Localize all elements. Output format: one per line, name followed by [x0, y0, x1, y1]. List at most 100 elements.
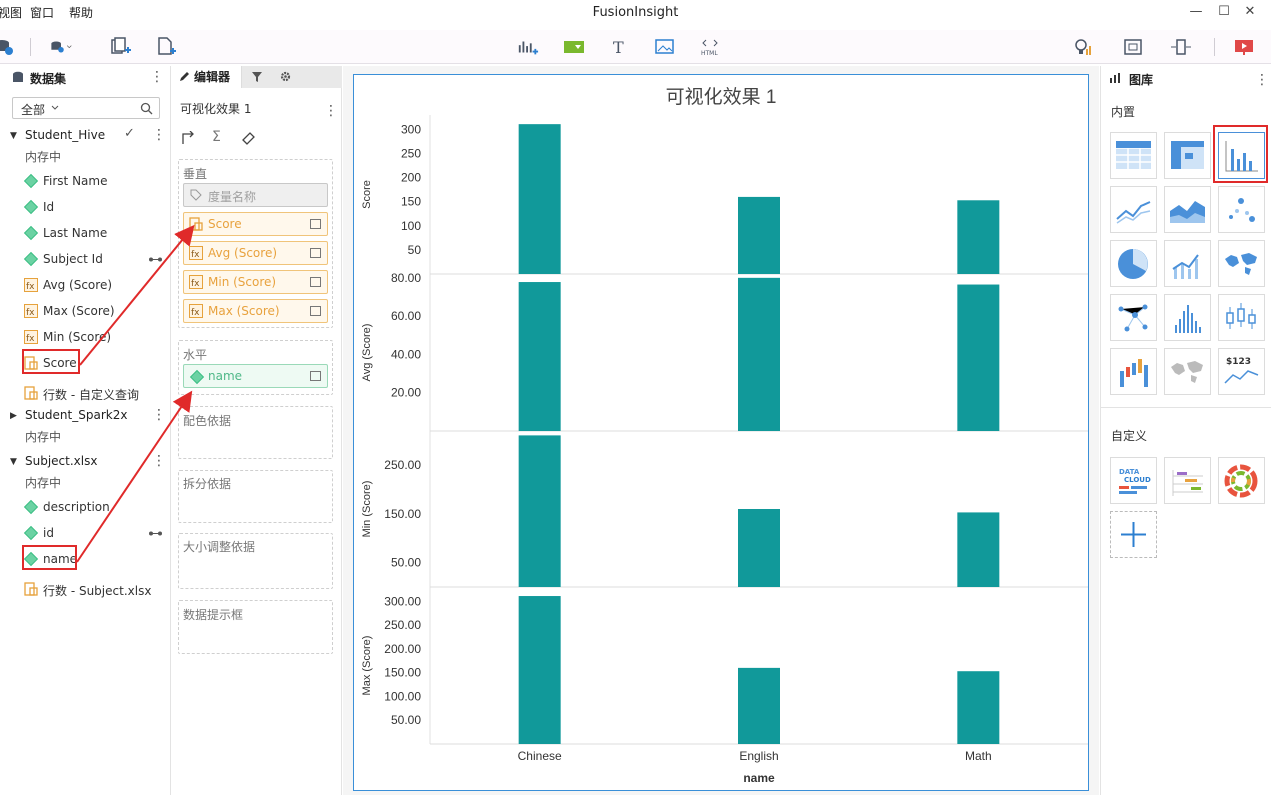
dataset-name[interactable]: Subject.xlsx: [25, 454, 97, 468]
caret-right-icon[interactable]: ▶: [10, 411, 17, 421]
table-icon: [1116, 141, 1151, 169]
grid-icon[interactable]: [310, 248, 321, 258]
y-axis-label: Score: [361, 180, 373, 209]
builtin-label: 内置: [1111, 105, 1136, 119]
title-bar: 视图 窗口 帮助 FusionInsight — ☐ ✕: [0, 0, 1271, 26]
eraser-icon[interactable]: [241, 131, 256, 145]
datasource-icon[interactable]: [0, 37, 16, 57]
search-icon[interactable]: [140, 102, 153, 115]
html-icon[interactable]: HTML: [699, 37, 721, 57]
dataset-menu-icon[interactable]: ⋮: [150, 70, 164, 84]
gray-map-tile[interactable]: [1164, 348, 1211, 395]
minimize-button[interactable]: —: [1186, 3, 1206, 21]
text-icon[interactable]: T: [609, 37, 631, 57]
histogram-chart-tile[interactable]: [1164, 294, 1211, 341]
app-title: FusionInsight: [592, 5, 679, 20]
resize-icon[interactable]: [1170, 37, 1192, 57]
scatter-chart-tile[interactable]: [1218, 186, 1265, 233]
viz-name: 可视化效果 1: [180, 102, 252, 116]
pencil-icon: [180, 72, 189, 81]
dataset-name[interactable]: Student_Spark2x: [25, 408, 127, 422]
dataset-more-icon[interactable]: ⋮: [152, 128, 166, 142]
line-chart-tile[interactable]: [1110, 186, 1157, 233]
dataset-more-icon[interactable]: ⋮: [152, 408, 166, 422]
maximize-button[interactable]: ☐: [1214, 3, 1234, 21]
image-icon[interactable]: [654, 37, 676, 57]
boxplot-chart-tile[interactable]: [1218, 294, 1265, 341]
highlight-bar-tile: [1213, 125, 1268, 183]
x-tick-label: English: [739, 749, 778, 763]
x-tick-label: Math: [965, 749, 992, 763]
caret-down-icon[interactable]: ▼: [10, 131, 17, 141]
dataset-status: 内存中: [25, 430, 62, 444]
dataset-filter-input[interactable]: 全部: [12, 97, 160, 119]
gallery-menu-icon[interactable]: ⋮: [1255, 73, 1269, 87]
sunburst-chart-tile[interactable]: [1218, 457, 1265, 504]
pie-chart-tile[interactable]: [1110, 240, 1157, 287]
map-chart-tile[interactable]: [1218, 240, 1265, 287]
sigma-icon[interactable]: Σ: [212, 129, 221, 145]
viz-menu-icon[interactable]: ⋮: [324, 104, 338, 118]
dimension-icon: [23, 251, 39, 267]
insight-bulb-icon[interactable]: [1072, 37, 1094, 57]
database-dropdown-icon[interactable]: [50, 37, 72, 57]
grid-icon[interactable]: [310, 277, 321, 287]
area-chart-tile[interactable]: [1164, 186, 1211, 233]
gallery-panel: 图库 ⋮ 内置 $123 自定义 DATA CLOUD: [1100, 66, 1271, 795]
swap-axes-icon[interactable]: [181, 131, 195, 145]
tab-editor[interactable]: 编辑器: [172, 66, 242, 88]
waterfall-chart-tile[interactable]: [1110, 348, 1157, 395]
name-pill[interactable]: name: [183, 364, 328, 388]
field-item[interactable]: id: [0, 523, 170, 543]
split-label: 拆分依据: [183, 477, 232, 491]
y-tick-label: 250.00: [384, 618, 421, 632]
grid-icon[interactable]: [310, 219, 321, 229]
tooltip-label: 数据提示框: [183, 608, 244, 622]
svg-text:$123: $123: [1226, 357, 1251, 367]
network-chart-tile[interactable]: [1110, 294, 1157, 341]
tab-settings[interactable]: [272, 66, 298, 88]
data-cloud-tile[interactable]: DATA CLOUD: [1110, 457, 1157, 504]
pivot-table-tile[interactable]: [1164, 132, 1211, 179]
grid-icon[interactable]: [310, 306, 321, 316]
dataset-panel: 数据集 ⋮ 全部 ▼ Student_Hive ✓ ⋮ 内存中 First Na…: [0, 66, 171, 795]
max-score-pill[interactable]: fx Max (Score): [183, 299, 328, 323]
min-score-pill[interactable]: fx Min (Score): [183, 270, 328, 294]
editor-tabbar: 编辑器: [172, 66, 342, 88]
filter-control-icon[interactable]: [563, 37, 585, 57]
field-item[interactable]: Subject Id: [0, 249, 170, 269]
dataset-name[interactable]: Student_Hive: [25, 128, 105, 142]
caret-down-icon[interactable]: ▼: [10, 457, 17, 467]
grid-icon[interactable]: [310, 371, 321, 381]
tab-filter[interactable]: [244, 66, 270, 88]
measure-names-pill[interactable]: 度量名称: [183, 183, 328, 207]
svg-text:fx: fx: [26, 308, 35, 318]
custom-label: 自定义: [1111, 429, 1148, 443]
present-icon[interactable]: [1233, 37, 1255, 57]
close-button[interactable]: ✕: [1240, 3, 1260, 21]
bar-avg-score--math: [957, 284, 1000, 431]
bar-avg-score--chinese: [518, 282, 561, 431]
chart-card[interactable]: 可视化效果 1 50 100 150 200 250 300 Score 20.00 40.00 6…: [353, 74, 1089, 791]
gantt-chart-tile[interactable]: [1164, 457, 1211, 504]
dataset-more-icon[interactable]: ⋮: [152, 454, 166, 468]
avg-score-pill[interactable]: fx Avg (Score): [183, 241, 328, 265]
y-tick-label: 50.00: [391, 713, 421, 727]
chevron-down-icon[interactable]: [51, 105, 59, 111]
dimension-icon: [23, 173, 39, 189]
measure-icon: [24, 582, 38, 596]
fit-screen-icon[interactable]: [1122, 37, 1144, 57]
new-file-icon[interactable]: [156, 37, 178, 57]
add-chart-icon[interactable]: [517, 37, 539, 57]
combo-icon: [1172, 254, 1199, 279]
add-custom-chart-button[interactable]: [1110, 511, 1157, 558]
score-pill[interactable]: Score: [183, 212, 328, 236]
bar-max-score--math: [957, 671, 1000, 744]
svg-text:T: T: [613, 38, 624, 57]
copy-add-icon[interactable]: [110, 37, 132, 57]
kpi-chart-tile[interactable]: $123: [1218, 348, 1265, 395]
table-chart-tile[interactable]: [1110, 132, 1157, 179]
bar-max-score--english: [738, 667, 780, 744]
area-icon: [1170, 201, 1205, 223]
combo-chart-tile[interactable]: [1164, 240, 1211, 287]
